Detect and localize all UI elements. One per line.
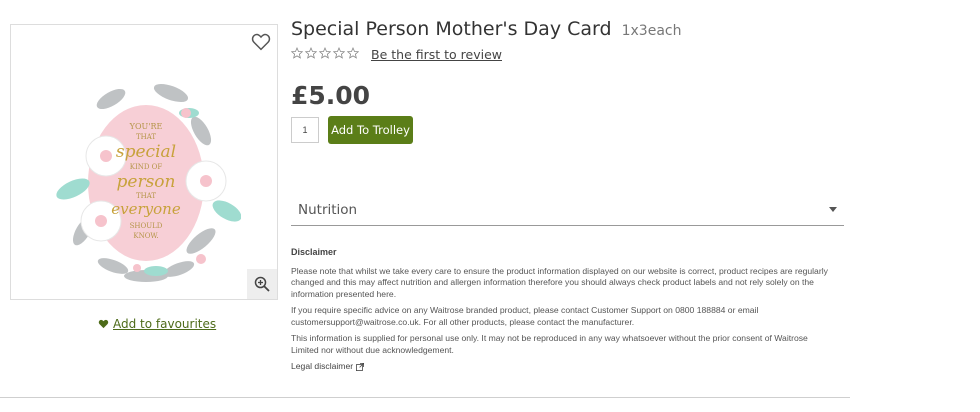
card-text-line: THAT [136, 133, 156, 141]
star-outline-icon [291, 47, 303, 59]
star-outline-icon [333, 47, 345, 59]
external-link-icon [356, 362, 365, 371]
zoom-in-icon [254, 276, 270, 292]
star-outline-icon [319, 47, 331, 59]
disclaimer-heading: Disclaimer [291, 247, 337, 257]
quantity-input[interactable]: 1 [291, 117, 319, 143]
product-title: Special Person Mother's Day Card 1x3each [291, 18, 681, 40]
product-name: Special Person Mother's Day Card [291, 18, 612, 40]
card-text-line: THAT [136, 192, 156, 200]
nutrition-accordion[interactable]: Nutrition [291, 196, 844, 226]
card-text-line: KIND OF [130, 163, 163, 171]
product-price: £5.00 [291, 81, 371, 110]
disclaimer-section: Disclaimer Please note that whilst we ta… [291, 247, 836, 373]
heart-outline-icon[interactable] [251, 33, 271, 51]
card-text-line: SHOULD [130, 222, 163, 230]
add-to-favourites-link[interactable]: Add to favourites [98, 317, 216, 331]
card-text-line: special [116, 142, 176, 162]
card-text-line: everyone [111, 200, 181, 218]
heart-filled-icon [98, 319, 109, 329]
star-outline-icon [305, 47, 317, 59]
card-illustration: YOU'RE THAT special KIND OF person THAT … [56, 83, 241, 282]
zoom-button[interactable] [247, 269, 277, 299]
caret-down-icon [829, 207, 837, 212]
legal-disclaimer-label: Legal disclaimer [291, 361, 354, 371]
divider [0, 397, 850, 398]
add-to-trolley-button[interactable]: Add To Trolley [328, 116, 413, 144]
rating-stars [291, 47, 359, 59]
legal-disclaimer-link[interactable]: Legal disclaimer [291, 361, 836, 373]
product-image-panel: YOU'RE THAT special KIND OF person THAT … [10, 24, 278, 300]
card-text-line: person [117, 172, 176, 192]
favourites-label: Add to favourites [113, 317, 217, 331]
star-outline-icon [347, 47, 359, 59]
card-text-line: KNOW. [133, 232, 158, 240]
nutrition-label: Nutrition [298, 202, 358, 218]
card-text-line: YOU'RE [129, 122, 163, 131]
product-size: 1x3each [621, 23, 682, 39]
disclaimer-paragraph: Please note that whilst we take every ca… [291, 265, 828, 299]
disclaimer-paragraph: This information is supplied for persona… [291, 333, 808, 355]
disclaimer-paragraph: If you require specific advice on any Wa… [291, 305, 759, 327]
first-review-link[interactable]: Be the first to review [371, 47, 502, 62]
